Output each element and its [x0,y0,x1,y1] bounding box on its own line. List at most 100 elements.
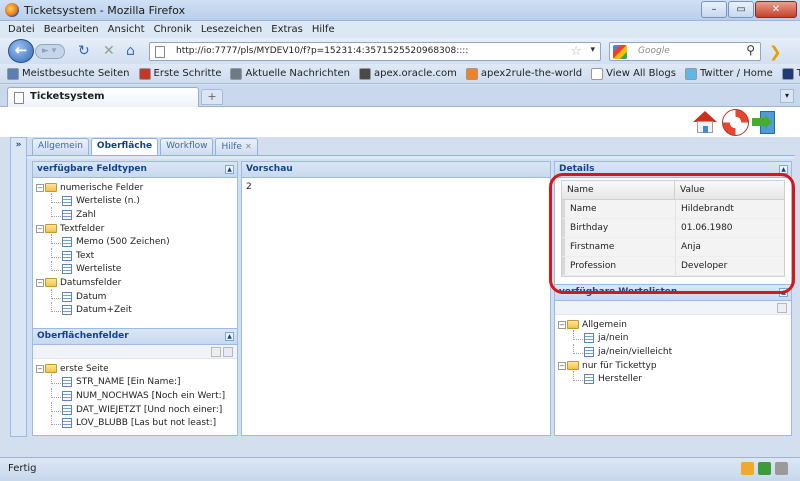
tree-folder-node[interactable]: − nur für Tickettyp [558,359,791,373]
window-title: Ticketsystem - Mozilla Firefox [24,3,186,17]
tree-leaf-node[interactable]: Memo (500 Zeichen) [36,234,237,249]
tree-leaf-node[interactable]: Datum [36,288,237,304]
forward-button[interactable]: ► ▾ [35,44,65,59]
tree-folder-node[interactable]: − Datumsfelder [36,276,237,290]
bookmark-item[interactable]: Aktuelle Nachrichten [230,67,350,80]
menu-datei[interactable]: Datei [8,24,35,35]
collapse-toggle-icon[interactable]: − [36,364,44,373]
collapse-icon[interactable]: ▲ [225,332,234,341]
menu-chronik[interactable]: Chronik [154,24,192,35]
bookmark-label: Meistbesuchte Seiten [22,68,130,79]
menubar: Datei Bearbeiten Ansicht Chronik Lesezei… [0,21,800,38]
search-icon[interactable]: ⚲ [746,43,755,57]
tree-leaf-node[interactable]: Text [36,247,237,263]
tree-leaf-node[interactable]: LOV_BLUBB [Las but not least:] [36,415,237,430]
menu-bearbeiten[interactable]: Bearbeiten [44,24,99,35]
search-field-icon[interactable] [223,347,233,357]
bookmark-item[interactable]: Erste Schritte [138,67,221,80]
tree-node-label: Zahl [76,209,96,220]
collapse-icon[interactable]: ▲ [225,165,234,174]
close-tab-icon[interactable]: ✕ [245,142,252,151]
bookmark-item[interactable]: View All Blogs [591,67,676,80]
page-icon [155,46,165,58]
tree-node-label: Textfelder [60,223,105,234]
tree-leaf-node[interactable]: Werteliste (n.) [36,193,237,209]
close-window-button[interactable]: ✕ [755,1,797,18]
bookmark-item[interactable]: apex2rule-the-world [465,67,583,80]
url-bar[interactable]: http://io:7777/pls/MYDEV10/f?p=15231:4:3… [149,42,601,61]
tree-leaf-node[interactable]: Werteliste [36,261,237,277]
bookmark-icon [138,67,151,80]
tree-leaf-node[interactable]: Datum+Zeit [36,302,237,317]
bookmark-item[interactable]: apex.oracle.com [359,67,457,80]
edit-icon[interactable] [777,303,787,313]
new-tab-button[interactable]: + [201,89,223,105]
stop-icon[interactable]: ✕ [103,43,115,59]
collapse-toggle-icon[interactable]: − [36,278,44,287]
expand-double-arrow-icon[interactable]: » [13,140,24,151]
collapse-toggle-icon[interactable]: − [36,183,44,192]
url-dropdown-icon[interactable]: ▾ [590,45,595,55]
tree-node-label: erste Seite [60,363,109,374]
tab-allgemein[interactable]: Allgemein [32,138,89,155]
tree-node-label: ja/nein/vielleicht [598,346,673,357]
west-collapse-strip[interactable]: » [10,137,27,437]
panel-oberflaechenfelder: Oberflächenfelder ▲ − erste Seite STR_NAME… [32,328,238,436]
tree-leaf-node[interactable]: STR_NAME [Ein Name:] [36,374,237,390]
bookmark-item[interactable]: Meistbesuchte Seiten [7,67,130,80]
tree-leaf-node[interactable]: NUM_NOCHWAS [Noch ein Wert:] [36,387,237,403]
tab-workflow[interactable]: Workflow [160,138,214,155]
tab-label: Workflow [166,141,208,151]
overflow-chevron-icon[interactable]: ❯ [769,43,782,61]
collapse-toggle-icon[interactable]: − [36,224,44,233]
reload-icon[interactable]: ↻ [78,43,90,59]
logout-door-icon[interactable] [752,109,779,136]
tree-leaf-node[interactable]: DAT_WIEJETZT [Und noch einer:] [36,401,237,417]
bookmark-item[interactable]: TinyURL.com - shorte... [781,67,800,80]
minimize-button[interactable]: – [701,1,727,18]
maximize-button[interactable]: ▭ [728,1,754,18]
tree-folder-node[interactable]: − numerische Felder [36,181,237,195]
browser-tab-label: Ticketsystem [30,91,105,102]
tree-folder-node[interactable]: − erste Seite [36,362,237,376]
tree-folder-node[interactable]: − Allgemein [558,318,791,332]
menu-extras[interactable]: Extras [271,24,303,35]
panel-header: verfügbare Feldtypen ▲ [33,162,237,178]
edit-icon[interactable] [211,347,221,357]
tree-leaf-node[interactable]: ja/nein/vielleicht [558,343,791,359]
menu-ansicht[interactable]: Ansicht [108,24,145,35]
addon-icon[interactable] [758,462,771,475]
tree-leaf-node[interactable]: Zahl [36,206,237,222]
tree-leaf-node[interactable]: Hersteller [558,371,791,386]
back-button[interactable]: ← [8,39,34,63]
tree-folder-node[interactable]: − Textfelder [36,222,237,236]
bookmark-label: apex.oracle.com [374,68,457,79]
tab-list-icon[interactable]: ▾ [780,89,794,103]
status-text: Fertig [8,463,37,474]
panel-toolbar [33,345,237,359]
tree-leaf-node[interactable]: ja/nein [558,330,791,346]
addon-icon[interactable] [741,462,754,475]
bookmark-item[interactable]: Twitter / Home [684,67,773,80]
bookmark-icon [684,67,697,80]
search-input[interactable]: Google ⚲ [609,42,761,61]
menu-hilfe[interactable]: Hilfe [312,24,335,35]
tree-connector [573,371,583,382]
tab-hilfe[interactable]: Hilfe ✕ [215,138,258,155]
bookmark-label: apex2rule-the-world [480,68,583,79]
bookmark-label: Twitter / Home [699,68,773,79]
folder-icon [45,364,57,374]
url-text[interactable]: http://io:7777/pls/MYDEV10/f?p=15231:4:3… [176,46,468,56]
browser-tab-ticketsystem[interactable]: Ticketsystem [7,87,199,107]
bookmark-star-icon[interactable]: ☆ [570,44,582,59]
tab-oberflaeche[interactable]: Oberfläche [90,138,159,156]
bookmark-label: Aktuelle Nachrichten [245,68,350,79]
menu-lesezeichen[interactable]: Lesezeichen [201,24,262,35]
collapse-toggle-icon[interactable]: − [558,361,566,370]
google-icon[interactable] [613,45,627,59]
collapse-toggle-icon[interactable]: − [558,320,566,329]
resize-grip-icon [775,462,788,475]
app-home-icon[interactable] [692,109,719,136]
lifebuoy-help-icon[interactable] [722,109,749,136]
home-icon[interactable]: ⌂ [126,43,135,59]
